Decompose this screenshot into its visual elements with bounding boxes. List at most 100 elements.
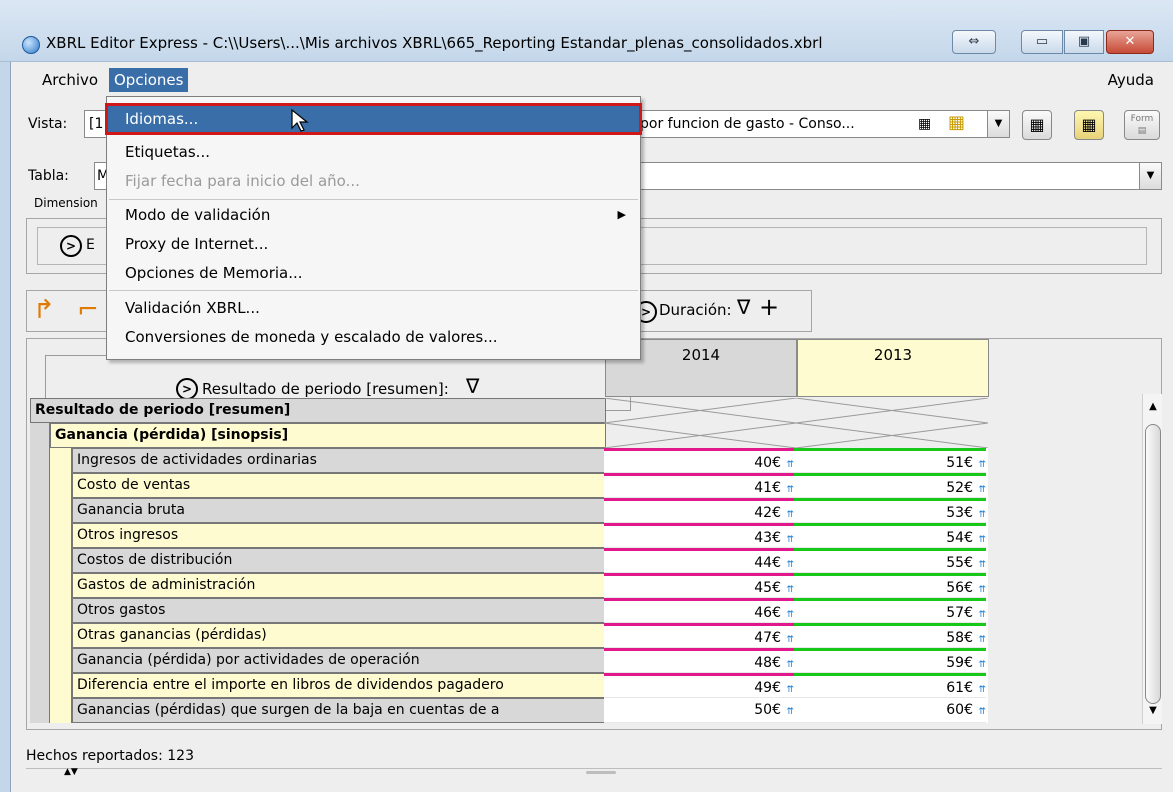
menu-item-proxy[interactable]: Proxy de Internet... bbox=[107, 230, 640, 258]
menu-archivo[interactable]: Archivo bbox=[37, 68, 103, 92]
calendar-icon: ▦ bbox=[1081, 115, 1097, 134]
calendar-view-button[interactable]: ▦ bbox=[1074, 110, 1104, 140]
scrollbar-thumb[interactable] bbox=[1145, 424, 1161, 704]
vista-combo-start[interactable]: [1 bbox=[84, 110, 108, 138]
table-row-header[interactable]: Ganancias (pérdidas) que surgen de la ba… bbox=[72, 698, 606, 723]
chevron-down-icon[interactable]: ▼ bbox=[987, 111, 1009, 137]
add-icon[interactable]: + bbox=[759, 293, 779, 321]
status-text: Hechos reportados: 123 bbox=[26, 748, 194, 764]
table-row-header[interactable]: Costos de distribución bbox=[72, 548, 606, 573]
column-header-2013[interactable]: 2013 bbox=[797, 339, 989, 397]
calendar-grid-icon[interactable]: ▦ bbox=[948, 112, 965, 133]
maximize-button[interactable]: ▣ bbox=[1064, 30, 1104, 54]
title-bar[interactable]: XBRL Editor Express - C:\\Users\...\Mis … bbox=[0, 0, 1173, 62]
menu-item-validacion-xbrl[interactable]: Validación XBRL... bbox=[107, 294, 640, 322]
pivot-arrow-icon[interactable]: ↱ bbox=[33, 295, 55, 325]
detail-icon[interactable]: ⇈ bbox=[974, 700, 986, 725]
expand-arrow-icon[interactable]: > bbox=[176, 378, 198, 400]
value-text: 52€ bbox=[946, 480, 973, 496]
grid-view-icon[interactable]: ▦ bbox=[918, 116, 931, 132]
menu-item-conversiones[interactable]: Conversiones de moneda y escalado de val… bbox=[107, 323, 640, 351]
value-text: 57€ bbox=[946, 605, 973, 621]
value-cell-2014[interactable]: 47€ ⇈ bbox=[604, 623, 794, 648]
app-window: XBRL Editor Express - C:\\Users\...\Mis … bbox=[0, 0, 1173, 792]
value-cell-2014[interactable]: 49€ ⇈ bbox=[604, 673, 794, 698]
menu-item-label: Modo de validación bbox=[125, 206, 271, 224]
dimensions-label: Dimension bbox=[34, 196, 98, 210]
table-row-header[interactable]: Gastos de administración bbox=[72, 573, 606, 598]
value-cell-2013[interactable]: 55€ ⇈ bbox=[794, 548, 986, 573]
value-cell-2014[interactable]: 43€ ⇈ bbox=[604, 523, 794, 548]
value-cell-2014[interactable]: 48€ ⇈ bbox=[604, 648, 794, 673]
value-cell-2014[interactable]: 46€ ⇈ bbox=[604, 598, 794, 623]
value-text: 48€ bbox=[754, 655, 781, 671]
value-cell-2013[interactable]: 52€ ⇈ bbox=[794, 473, 986, 498]
value-text: 56€ bbox=[946, 580, 973, 596]
table-row-header[interactable]: Ingresos de actividades ordinarias bbox=[72, 448, 606, 473]
menu-item-idiomas[interactable]: Idiomas... bbox=[105, 103, 642, 135]
value-text: 59€ bbox=[946, 655, 973, 671]
value-cell-2013[interactable]: 53€ ⇈ bbox=[794, 498, 986, 523]
table-row-header[interactable]: Diferencia entre el importe en libros de… bbox=[72, 673, 606, 698]
value-text: 47€ bbox=[754, 630, 781, 646]
table-row-header[interactable]: Ganancia bruta bbox=[72, 498, 606, 523]
value-text: 43€ bbox=[754, 530, 781, 546]
expand-arrow-icon[interactable]: > bbox=[60, 235, 82, 257]
form-view-button[interactable]: Form ▤ bbox=[1124, 110, 1160, 140]
table-row-header[interactable]: Otros ingresos bbox=[72, 523, 606, 548]
splitter-arrows-icon[interactable]: ▲▼ bbox=[64, 767, 78, 777]
value-cell-2013[interactable]: 58€ ⇈ bbox=[794, 623, 986, 648]
vertical-scrollbar[interactable]: ▲ ▼ bbox=[1142, 394, 1162, 724]
splitter-bar[interactable]: ▲▼ bbox=[26, 767, 1162, 778]
value-cell-2013[interactable]: 60€ ⇈ bbox=[794, 698, 986, 723]
value-text: 40€ bbox=[754, 455, 781, 471]
value-cell-2014[interactable]: 44€ ⇈ bbox=[604, 548, 794, 573]
table-view-button[interactable]: ▦ bbox=[1022, 110, 1052, 140]
value-text: 44€ bbox=[754, 555, 781, 571]
menu-item-memoria[interactable]: Opciones de Memoria... bbox=[107, 259, 640, 287]
detail-icon[interactable]: ⇈ bbox=[782, 700, 794, 725]
value-text: 46€ bbox=[754, 605, 781, 621]
value-text: 50€ bbox=[754, 702, 781, 718]
menu-item-etiquetas[interactable]: Etiquetas... bbox=[107, 138, 640, 166]
value-cell-2013[interactable]: 51€ ⇈ bbox=[794, 448, 986, 473]
close-button[interactable]: ✕ bbox=[1106, 30, 1154, 54]
value-cell-2013[interactable]: 54€ ⇈ bbox=[794, 523, 986, 548]
menu-bar: Archivo Opciones Ayuda bbox=[11, 63, 1163, 95]
table-row-header[interactable]: Resultado de periodo [resumen] bbox=[30, 398, 606, 423]
filter-icon[interactable]: ∇ bbox=[466, 374, 479, 398]
splitter-grip[interactable] bbox=[586, 771, 616, 774]
value-cell-2013[interactable]: 61€ ⇈ bbox=[794, 673, 986, 698]
tree-indent-guide bbox=[30, 423, 50, 723]
table-icon: ▦ bbox=[1029, 115, 1045, 134]
menu-opciones[interactable]: Opciones bbox=[109, 68, 189, 92]
table-row-header[interactable]: Otras ganancias (pérdidas) bbox=[72, 623, 606, 648]
value-cell-2014[interactable]: 45€ ⇈ bbox=[604, 573, 794, 598]
chevron-down-icon[interactable]: ▼ bbox=[1139, 163, 1161, 189]
table-row-header[interactable]: Costo de ventas bbox=[72, 473, 606, 498]
minimize-button[interactable]: ▭ bbox=[1021, 30, 1063, 54]
value-text: 53€ bbox=[946, 505, 973, 521]
scroll-up-icon[interactable]: ▲ bbox=[1143, 398, 1163, 416]
value-cell-2014[interactable]: 42€ ⇈ bbox=[604, 498, 794, 523]
menu-ayuda[interactable]: Ayuda bbox=[1103, 68, 1159, 92]
menu-item-modo-validacion[interactable]: Modo de validación ▶ bbox=[107, 201, 640, 229]
value-cell-2013[interactable]: 59€ ⇈ bbox=[794, 648, 986, 673]
value-cell-2013[interactable]: 57€ ⇈ bbox=[794, 598, 986, 623]
app-globe-icon bbox=[22, 36, 40, 54]
table-row-header[interactable]: Otros gastos bbox=[72, 598, 606, 623]
resize-button[interactable]: ⇔ bbox=[952, 30, 996, 54]
value-cell-2014[interactable]: 40€ ⇈ bbox=[604, 448, 794, 473]
value-text: 49€ bbox=[754, 680, 781, 696]
value-cell-2014[interactable]: 50€ ⇈ bbox=[604, 698, 794, 723]
table-row-header[interactable]: Ganancia (pérdida) [sinopsis] bbox=[50, 423, 606, 448]
opciones-dropdown-menu: Idiomas... Etiquetas... Fijar fecha para… bbox=[105, 96, 642, 360]
pivot-second-icon[interactable]: ⌐ bbox=[77, 295, 99, 325]
scroll-down-icon[interactable]: ▼ bbox=[1143, 702, 1163, 720]
value-text: 45€ bbox=[754, 580, 781, 596]
tabla-combo[interactable]: ▼ bbox=[640, 162, 1162, 190]
table-row-header[interactable]: Ganancia (pérdida) por actividades de op… bbox=[72, 648, 606, 673]
value-cell-2013[interactable]: 56€ ⇈ bbox=[794, 573, 986, 598]
filter-icon[interactable]: ∇ bbox=[737, 295, 750, 319]
value-cell-2014[interactable]: 41€ ⇈ bbox=[604, 473, 794, 498]
